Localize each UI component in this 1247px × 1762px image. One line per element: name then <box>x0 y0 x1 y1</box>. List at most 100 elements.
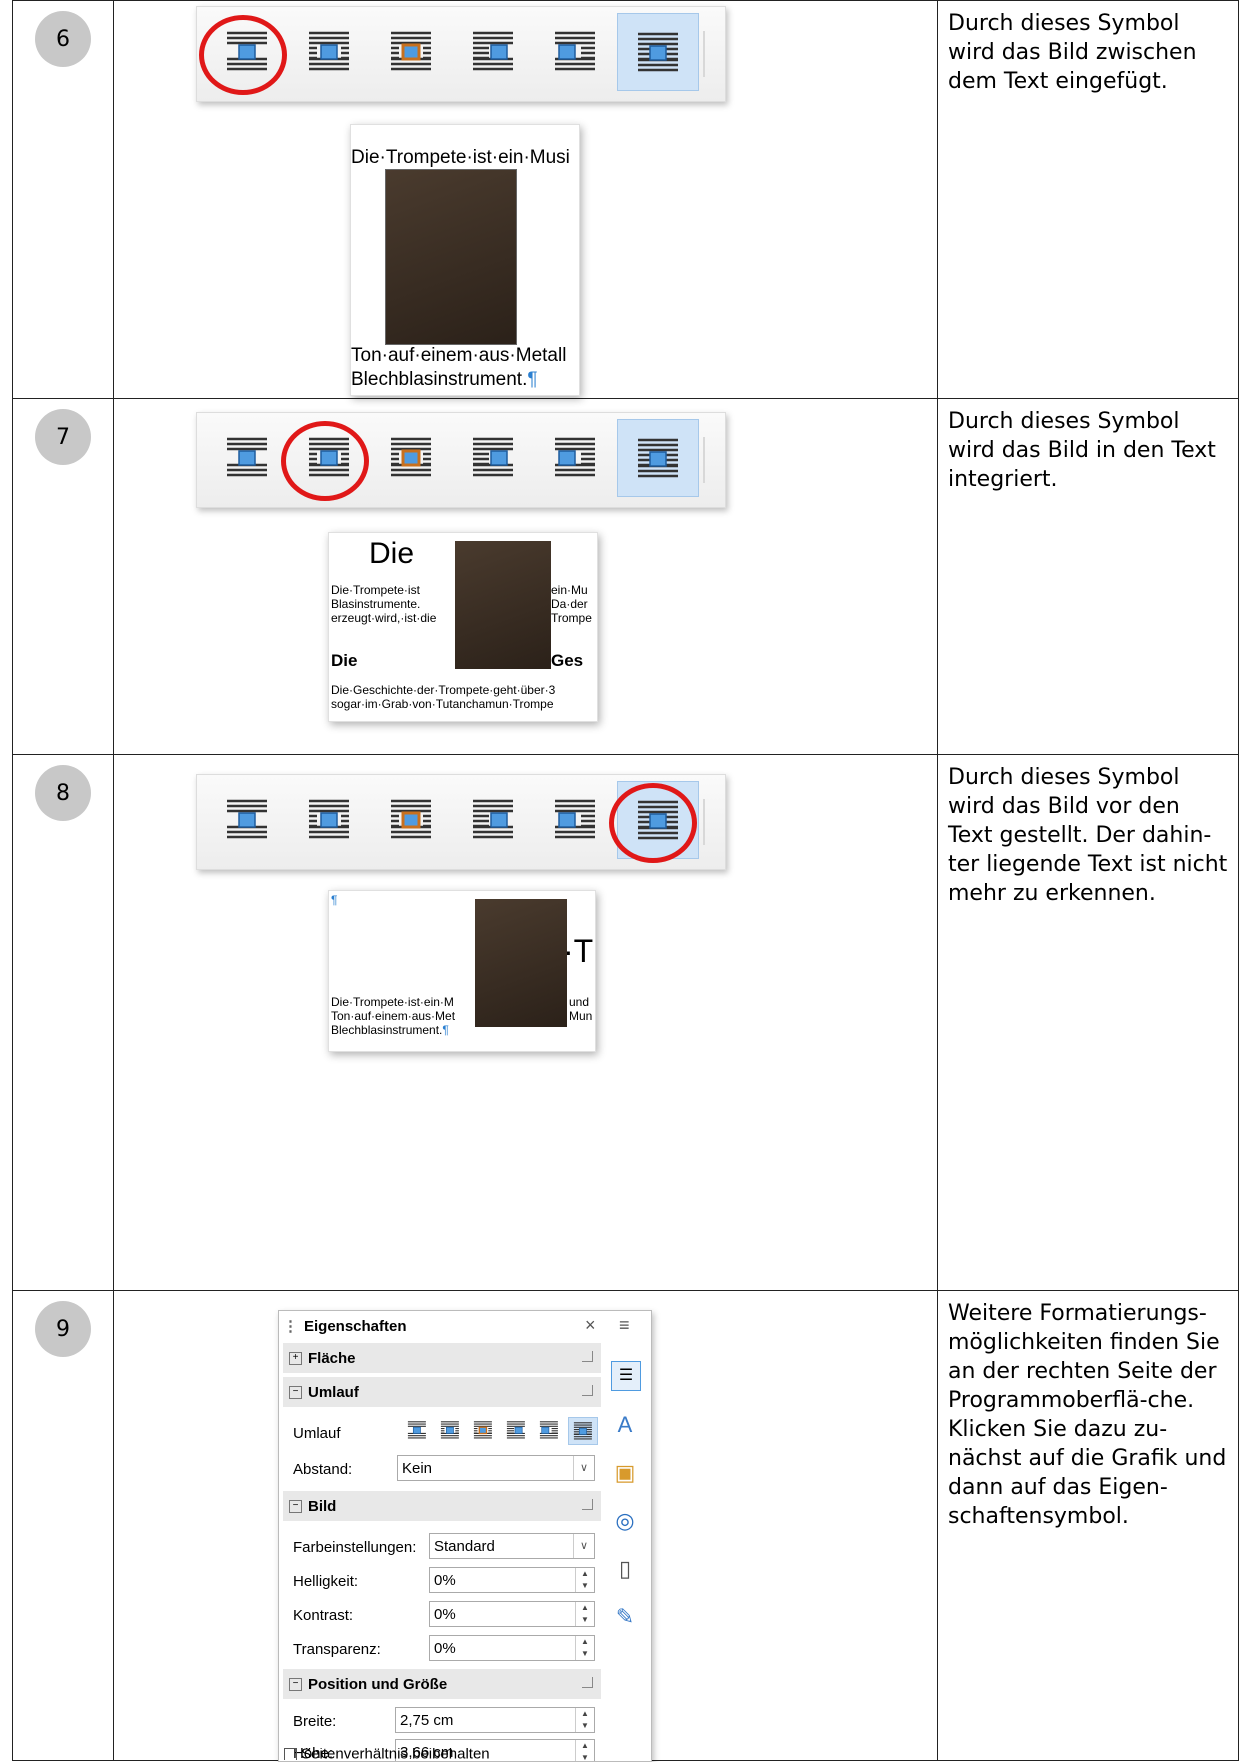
spin-buttons[interactable]: ▲ ▼ <box>575 1568 594 1592</box>
styles-icon[interactable]: A <box>611 1411 639 1439</box>
document-snapshot-8: ¶ ·T Die·Trompete·ist·ein·M und Ton·auf·… <box>328 890 596 1052</box>
seitenverhaeltnis-checkbox-row[interactable]: Seitenverhältnis beibehalten <box>284 1748 490 1760</box>
wrap-through-button[interactable] <box>617 13 699 91</box>
snapshot-text-line: Die·Trompete·ist·ein·Musi <box>351 147 570 168</box>
spin-down-icon[interactable]: ▼ <box>576 1648 594 1660</box>
wrap-before-button[interactable] <box>453 419 533 495</box>
chevron-down-icon: ∨ <box>573 1456 594 1480</box>
more-options-icon[interactable] <box>582 1499 593 1510</box>
abstand-select[interactable]: Kein ∨ <box>397 1455 595 1481</box>
wrap-off-button[interactable] <box>403 1417 431 1443</box>
wrap-parallel-button[interactable] <box>436 1417 464 1443</box>
spin-down-icon[interactable]: ▼ <box>576 1720 594 1732</box>
spin-buttons[interactable]: ▲ ▼ <box>575 1602 594 1626</box>
snapshot-text-line: Die·Geschichte·der·Trompete·geht·über·3 <box>331 683 556 697</box>
more-options-icon[interactable] <box>582 1351 593 1362</box>
wrap-optimal-icon <box>473 1421 492 1439</box>
wrap-after-button[interactable] <box>535 13 615 89</box>
abstand-value: Kein <box>402 1460 433 1477</box>
drag-handle-icon[interactable]: ⋮ <box>283 1318 298 1335</box>
spin-up-icon[interactable]: ▲ <box>576 1636 594 1648</box>
wrap-off-button[interactable] <box>207 419 287 495</box>
more-options-icon[interactable] <box>582 1385 593 1396</box>
kontrast-spinner[interactable]: 0% ▲ ▼ <box>429 1601 595 1627</box>
snapshot-text-line: Die·Trompete·ist·ein·M <box>331 995 454 1009</box>
snapshot-text: Blechblasinstrument. <box>351 369 528 390</box>
wrap-parallel-button[interactable] <box>289 781 369 857</box>
kontrast-value: 0% <box>434 1606 456 1623</box>
spin-buttons[interactable]: ▲ ▼ <box>575 1708 594 1732</box>
helligkeit-value: 0% <box>434 1572 456 1589</box>
description-text: Durch dieses Symbol wird das Bild in den… <box>948 409 1216 492</box>
section-label: Umlauf <box>308 1383 359 1401</box>
snapshot-text-line: erzeugt·wird,·ist·die <box>331 611 437 625</box>
helligkeit-spinner[interactable]: 0% ▲ ▼ <box>429 1567 595 1593</box>
snapshot-text-line: Mun <box>569 1009 593 1023</box>
gallery-icon[interactable]: ▣ <box>611 1459 639 1487</box>
wrap-parallel-icon <box>307 29 351 78</box>
properties-icon[interactable]: ☰ <box>611 1361 641 1391</box>
trumpet-image[interactable] <box>455 541 551 669</box>
wrap-mode-buttons <box>403 1417 599 1445</box>
close-button[interactable]: × <box>585 1315 596 1336</box>
description-text: Durch dieses Symbol wird das Bild zwisch… <box>948 11 1197 94</box>
spin-up-icon[interactable]: ▲ <box>576 1602 594 1614</box>
spin-up-icon[interactable]: ▲ <box>576 1740 594 1752</box>
spin-down-icon[interactable]: ▼ <box>576 1752 594 1761</box>
step-cell: 7 <box>12 398 114 755</box>
collapse-icon: − <box>289 1499 302 1513</box>
transparenz-spinner[interactable]: 0% ▲ ▼ <box>429 1635 595 1661</box>
abstand-label: Abstand: <box>293 1461 353 1478</box>
section-label: Bild <box>308 1497 337 1515</box>
breite-spinner[interactable]: 2,75 cm ▲ ▼ <box>395 1707 595 1733</box>
wrap-through-button[interactable] <box>617 419 699 497</box>
section-bild[interactable]: − Bild <box>283 1491 601 1521</box>
section-label: Position und Größe <box>308 1675 448 1693</box>
wrap-before-button[interactable] <box>453 781 533 857</box>
snapshot-text-line: und <box>569 995 590 1009</box>
manage-changes-icon[interactable]: ✎ <box>611 1603 639 1631</box>
spin-down-icon[interactable]: ▼ <box>576 1580 594 1592</box>
farbeinstellungen-select[interactable]: Standard ∨ <box>429 1533 595 1559</box>
breite-label: Breite: <box>293 1713 337 1730</box>
wrap-before-button[interactable] <box>502 1417 530 1443</box>
checkbox-icon[interactable] <box>284 1748 297 1760</box>
menu-icon[interactable]: ≡ <box>619 1315 630 1336</box>
description-cell: Weitere Formatierungs-möglichkeiten find… <box>937 1290 1239 1761</box>
spin-up-icon[interactable]: ▲ <box>576 1568 594 1580</box>
trumpet-image[interactable] <box>385 169 517 345</box>
section-flaeche[interactable]: + Fläche <box>283 1343 601 1373</box>
navigator-icon[interactable]: ◎ <box>611 1507 639 1535</box>
wrap-optimal-button[interactable] <box>469 1417 497 1443</box>
wrap-before-button[interactable] <box>453 13 533 89</box>
transparenz-label: Transparenz: <box>293 1641 381 1658</box>
snapshot-text-line: Die·Trompete·ist <box>331 583 420 597</box>
spin-down-icon[interactable]: ▼ <box>576 1614 594 1626</box>
wrap-optimal-button[interactable] <box>371 13 451 89</box>
more-options-icon[interactable] <box>582 1677 593 1688</box>
snapshot-text: Blechblasinstrument. <box>331 1023 443 1037</box>
section-position[interactable]: − Position und Größe <box>283 1669 601 1699</box>
wrap-after-button[interactable] <box>535 1417 563 1443</box>
wrap-after-icon <box>553 435 597 484</box>
wrap-off-button[interactable] <box>207 781 287 857</box>
section-umlauf[interactable]: − Umlauf <box>283 1377 601 1407</box>
wrap-parallel-button[interactable] <box>289 13 369 89</box>
chevron-down-icon: ∨ <box>573 1534 594 1558</box>
wrap-through-icon <box>636 436 680 485</box>
page-icon[interactable]: ▯ <box>611 1555 639 1583</box>
wrap-optimal-button[interactable] <box>371 781 451 857</box>
spin-buttons[interactable]: ▲ ▼ <box>575 1740 594 1761</box>
wrap-after-icon <box>553 797 597 846</box>
spin-buttons[interactable]: ▲ ▼ <box>575 1636 594 1660</box>
step-cell: 6 <box>12 0 114 399</box>
kontrast-label: Kontrast: <box>293 1607 354 1624</box>
wrap-through-button[interactable] <box>568 1417 598 1445</box>
snapshot-text-line: Da·der <box>551 597 588 611</box>
wrap-after-button[interactable] <box>535 419 615 495</box>
spin-up-icon[interactable]: ▲ <box>576 1708 594 1720</box>
wrap-optimal-button[interactable] <box>371 419 451 495</box>
wrap-after-button[interactable] <box>535 781 615 857</box>
trumpet-image[interactable] <box>475 899 567 1027</box>
highlight-circle <box>281 421 369 501</box>
